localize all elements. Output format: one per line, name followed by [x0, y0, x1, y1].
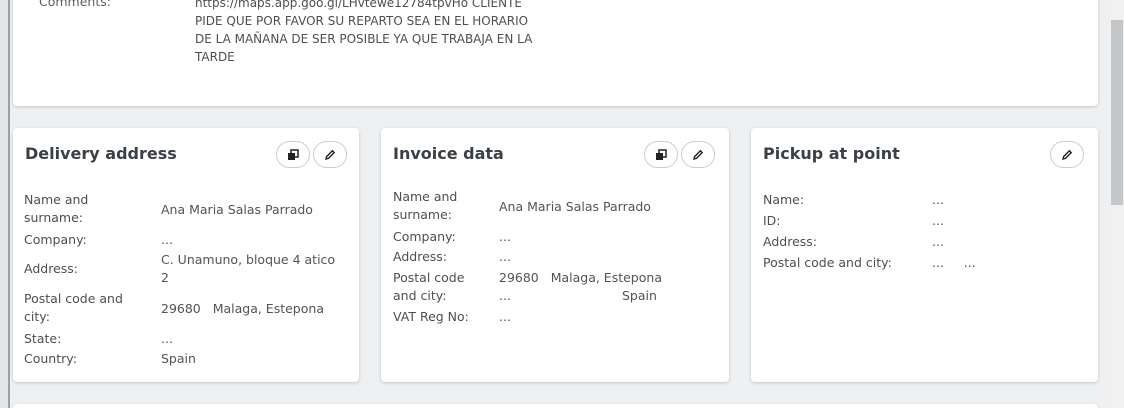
- name-value: Ana Maria Salas Parrado: [499, 199, 651, 214]
- pencil-icon: [692, 149, 704, 161]
- postal-label: Postal code and city:: [24, 291, 123, 324]
- delivery-address-card: Delivery address Name and surname: Ana M…: [13, 128, 359, 382]
- company-value: ...: [499, 229, 511, 244]
- id-value: ...: [932, 213, 944, 228]
- invoice-data-card: Invoice data Name and surname: Ana Maria…: [381, 128, 729, 382]
- postal-value: 29680 Malaga, Estepona: [499, 269, 662, 287]
- pickup-point-card: Pickup at point Name: ... ID: ... Addres…: [751, 128, 1098, 382]
- state-value: ...: [161, 331, 173, 346]
- name-label: Name and surname:: [24, 192, 89, 225]
- scrollbar-thumb[interactable]: [1111, 20, 1123, 205]
- comments-line: DE LA MAÑANA DE SER POSIBLE YA QUE TRABA…: [195, 32, 533, 46]
- copy-icon: [287, 148, 299, 161]
- invoice-data-title: Invoice data: [393, 144, 504, 163]
- edit-invoice-button[interactable]: [681, 141, 715, 168]
- name-label: Name:: [763, 192, 805, 207]
- copy-delivery-button[interactable]: [276, 141, 310, 168]
- city: Malaga, Estepona: [212, 301, 324, 316]
- city: ...: [963, 255, 976, 270]
- company-value: ...: [161, 232, 173, 247]
- pickup-point-title: Pickup at point: [763, 144, 900, 163]
- address-label: Address:: [393, 249, 447, 264]
- country-value: Spain: [161, 351, 196, 366]
- vat-value: ...: [499, 309, 511, 324]
- postal-value: ... ...: [932, 254, 976, 272]
- name-label: Name and surname:: [393, 189, 458, 222]
- postal-code: 29680: [499, 270, 539, 285]
- left-border: [0, 0, 10, 408]
- address-label: Address:: [24, 261, 78, 276]
- address-value: ...: [499, 249, 511, 264]
- comments-line: TARDE: [195, 50, 235, 64]
- postal-label: Postal code and city:: [393, 270, 465, 303]
- postal-value: 29680 Malaga, Estepona: [161, 300, 324, 318]
- country-value: Spain: [622, 288, 657, 303]
- postal-code: 29680: [161, 301, 201, 316]
- comments-line: https://maps.app.goo.gl/LHvtewe12784tpvH…: [195, 0, 522, 10]
- address-value: ...: [932, 234, 944, 249]
- name-value: Ana Maria Salas Parrado: [161, 202, 313, 217]
- next-card: [13, 404, 1098, 408]
- comments-line: PIDE QUE POR FAVOR SU REPARTO SEA EN EL …: [195, 14, 529, 28]
- edit-delivery-button[interactable]: [313, 141, 347, 168]
- company-label: Company:: [393, 229, 456, 244]
- state-label: State:: [24, 331, 62, 346]
- postal-code: ...: [932, 255, 944, 270]
- id-label: ID:: [763, 213, 781, 228]
- address-label: Address:: [763, 234, 817, 249]
- order-info-card: Comments: https://maps.app.goo.gl/LHvtew…: [13, 0, 1098, 106]
- delivery-address-title: Delivery address: [25, 144, 177, 163]
- extra-value: ...: [499, 288, 511, 303]
- address-value: C. Unamuno, bloque 4 atico 2: [161, 252, 336, 285]
- pencil-icon: [1061, 149, 1073, 161]
- copy-icon: [655, 148, 667, 161]
- postal-label: Postal code and city:: [763, 255, 892, 270]
- company-label: Company:: [24, 232, 87, 247]
- copy-invoice-button[interactable]: [644, 141, 678, 168]
- name-value: ...: [932, 192, 944, 207]
- vat-label: VAT Reg No:: [393, 309, 469, 324]
- country-label: Country:: [24, 351, 77, 366]
- pencil-icon: [324, 149, 336, 161]
- edit-pickup-button[interactable]: [1050, 141, 1084, 168]
- vertical-scrollbar[interactable]: [1110, 0, 1124, 408]
- city: Malaga, Estepona: [550, 270, 662, 285]
- comments-label: Comments:: [39, 0, 111, 9]
- comments-text: https://maps.app.goo.gl/LHvtewe12784tpvH…: [195, 0, 535, 66]
